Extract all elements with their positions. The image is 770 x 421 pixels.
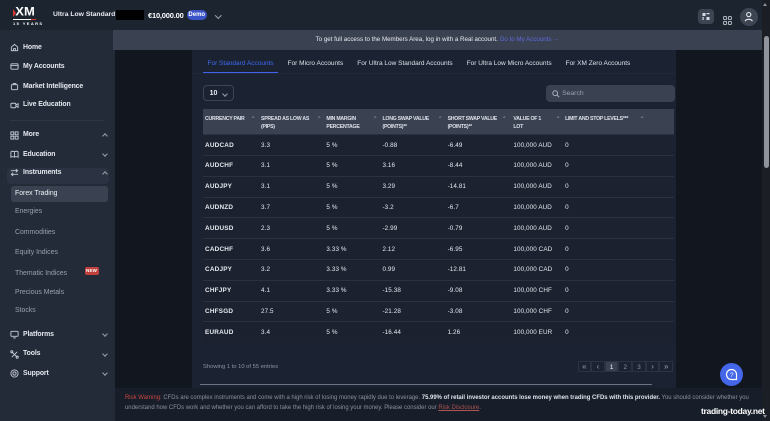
- svg-text:?: ?: [730, 371, 734, 378]
